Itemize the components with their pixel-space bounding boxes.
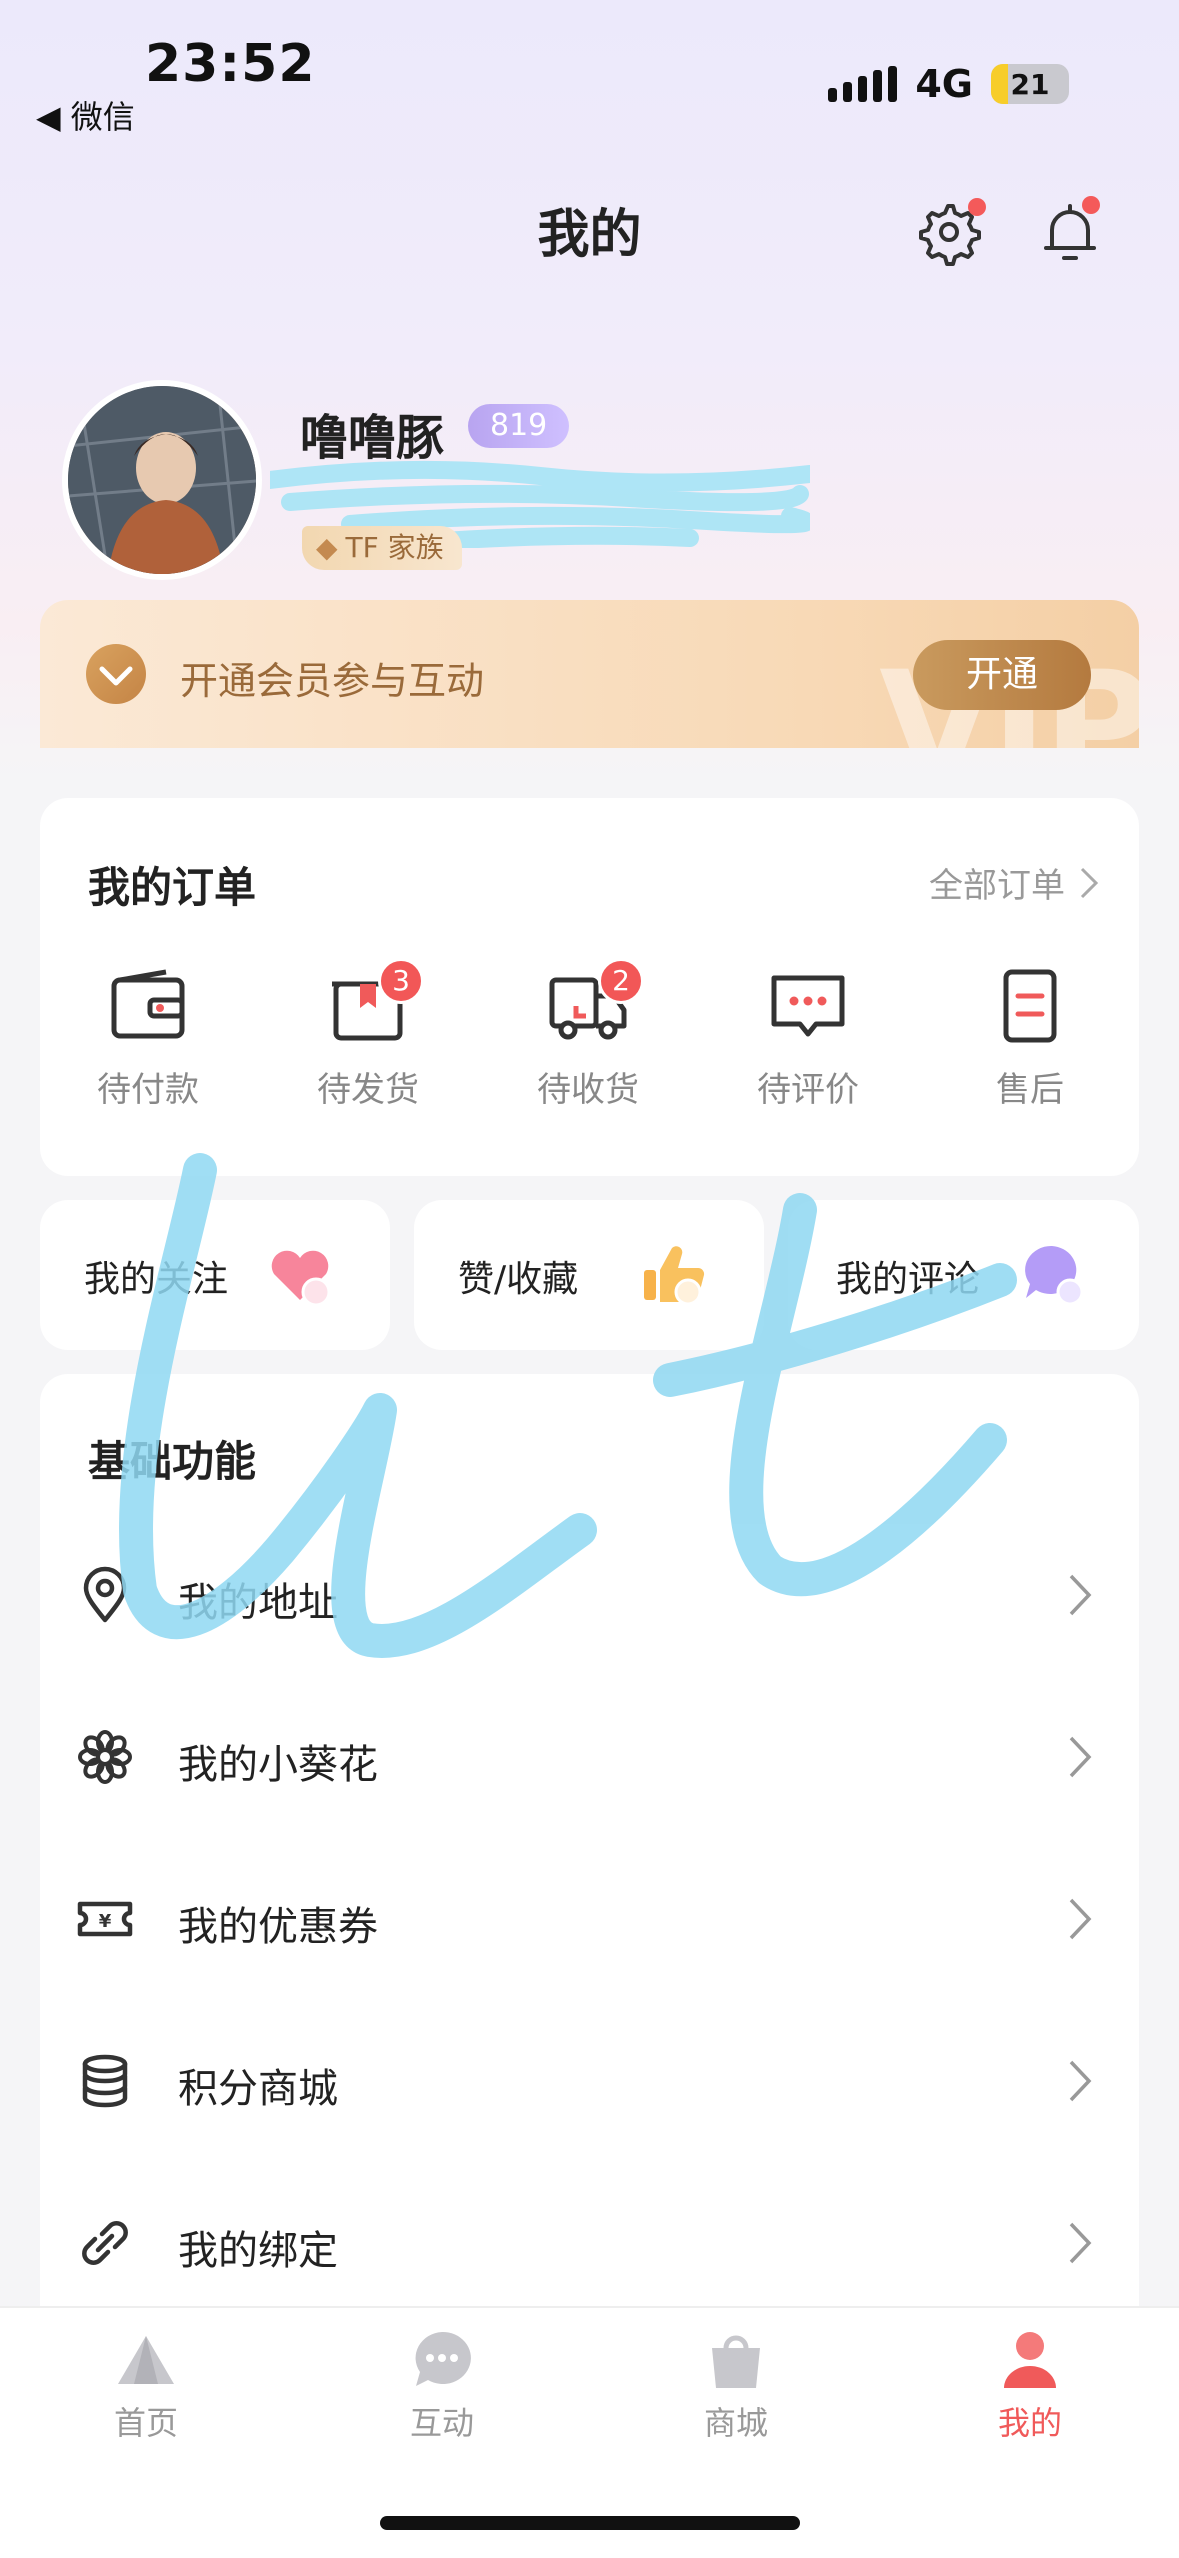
shipment-count-badge: 3 — [378, 958, 424, 1004]
chevron-right-icon — [1069, 1898, 1092, 1940]
menu-label: 我的绑定 — [178, 2228, 338, 2274]
network-type: 4G — [915, 62, 973, 106]
thumbs-up-icon — [644, 1246, 705, 1306]
coins-stack-icon — [82, 2054, 128, 2108]
menu-my-address[interactable]: 我的地址 — [40, 1512, 1139, 1674]
basic-functions-card: 基础功能 我的地址 我的小葵花 ¥ 我的优惠券 积分商城 我的绑定 — [40, 1374, 1139, 2374]
order-pending-payment[interactable]: 待付款 — [68, 966, 228, 1111]
orders-title: 我的订单 — [88, 863, 257, 912]
order-label: 待收货 — [537, 1070, 639, 1110]
shopping-bag-icon — [712, 2335, 760, 2388]
notifications-button[interactable] — [1034, 196, 1106, 268]
order-pending-review[interactable]: 待评价 — [728, 966, 888, 1111]
battery-icon: 21 — [991, 64, 1069, 104]
order-label: 待评价 — [757, 1070, 859, 1110]
comment-icon — [771, 975, 845, 1037]
my-follows-label: 我的关注 — [84, 1259, 229, 1300]
chevron-right-icon — [1069, 1736, 1092, 1778]
chat-icon — [415, 2331, 471, 2386]
avatar[interactable] — [62, 380, 262, 580]
chat-bubble-icon — [1025, 1245, 1084, 1306]
tab-label: 我的 — [997, 2404, 1062, 2442]
flower-icon — [78, 1730, 132, 1784]
uid-badge: 819 — [468, 404, 570, 448]
tab-label: 首页 — [113, 2404, 178, 2442]
tf-family-tag: ◆ TF 家族 — [302, 526, 462, 570]
basic-functions-title: 基础功能 — [88, 1437, 257, 1486]
person-icon — [1004, 2332, 1056, 2388]
menu-label: 我的小葵花 — [178, 1742, 378, 1788]
receipt-count-badge: 2 — [598, 958, 644, 1004]
vip-banner[interactable]: VIP 开通会员参与互动 开通 — [40, 600, 1139, 748]
menu-points-mall[interactable]: 积分商城 — [40, 1998, 1139, 2160]
my-comments-label: 我的评论 — [836, 1259, 981, 1300]
status-indicators: 4G 21 — [828, 62, 1069, 106]
heart-icon — [271, 1250, 331, 1307]
menu-label: 我的优惠券 — [178, 1904, 378, 1950]
chevron-right-icon — [1069, 2222, 1092, 2264]
likes-favorites-card[interactable]: 赞/收藏 — [414, 1200, 764, 1350]
status-time: 23:52 — [145, 34, 316, 94]
menu-my-sunflower[interactable]: 我的小葵花 — [40, 1674, 1139, 1836]
tab-mall[interactable]: 商城 — [646, 2328, 826, 2444]
tf-family-label: TF 家族 — [345, 531, 444, 564]
battery-level: 21 — [1010, 67, 1050, 101]
bell-notification-dot — [1082, 196, 1100, 214]
chevron-right-icon — [1069, 2060, 1092, 2102]
order-label: 待发货 — [317, 1070, 419, 1110]
tab-mine[interactable]: 我的 — [940, 2328, 1120, 2444]
menu-label: 积分商城 — [178, 2066, 338, 2112]
link-icon — [82, 2221, 128, 2265]
location-pin-icon — [83, 1566, 127, 1623]
home-mountain-icon — [118, 2336, 174, 2384]
page-title: 我的 — [537, 205, 642, 265]
orders-card: 我的订单 全部订单 待付款 3 待发货 2 待收货 待评价 售后 — [40, 798, 1139, 1176]
signal-icon — [828, 66, 898, 102]
menu-my-bindings[interactable]: 我的绑定 — [40, 2160, 1139, 2322]
chevron-right-icon — [1069, 1574, 1092, 1616]
all-orders-label: 全部订单 — [929, 866, 1065, 906]
coupon-icon: ¥ — [77, 1901, 133, 1937]
order-label: 售后 — [996, 1070, 1064, 1110]
order-label: 待付款 — [97, 1070, 199, 1110]
order-pending-shipment[interactable]: 3 待发货 — [288, 958, 448, 1111]
svg-text:¥: ¥ — [99, 1911, 112, 1932]
tab-label: 商城 — [703, 2404, 768, 2442]
home-indicator[interactable] — [380, 2516, 800, 2530]
chevron-right-icon — [1080, 867, 1099, 898]
settings-notification-dot — [968, 198, 986, 216]
order-pending-receipt[interactable]: 2 待收货 — [508, 958, 668, 1111]
wallet-icon — [111, 969, 185, 1039]
diamond-icon: ◆ — [316, 531, 338, 564]
tab-home[interactable]: 首页 — [56, 2328, 236, 2444]
my-comments-card[interactable]: 我的评论 — [788, 1200, 1139, 1350]
tab-label: 互动 — [409, 2404, 474, 2442]
my-follows-card[interactable]: 我的关注 — [40, 1200, 390, 1350]
menu-my-coupons[interactable]: ¥ 我的优惠券 — [40, 1836, 1139, 1998]
all-orders-link[interactable]: 全部订单 — [929, 858, 1099, 907]
menu-label: 我的地址 — [178, 1580, 338, 1626]
tab-interact[interactable]: 互动 — [352, 2328, 532, 2444]
settings-button[interactable] — [912, 196, 986, 268]
vip-promo-text: 开通会员参与互动 — [180, 659, 485, 703]
vip-crown-icon — [86, 644, 146, 704]
aftersale-icon — [1003, 969, 1057, 1043]
back-to-wechat[interactable]: ◀ 微信 — [36, 92, 135, 138]
order-after-sale[interactable]: 售后 — [950, 966, 1110, 1111]
open-vip-button[interactable]: 开通 — [913, 640, 1091, 710]
likes-favorites-label: 赞/收藏 — [458, 1259, 579, 1300]
avatar-photo — [68, 386, 256, 574]
